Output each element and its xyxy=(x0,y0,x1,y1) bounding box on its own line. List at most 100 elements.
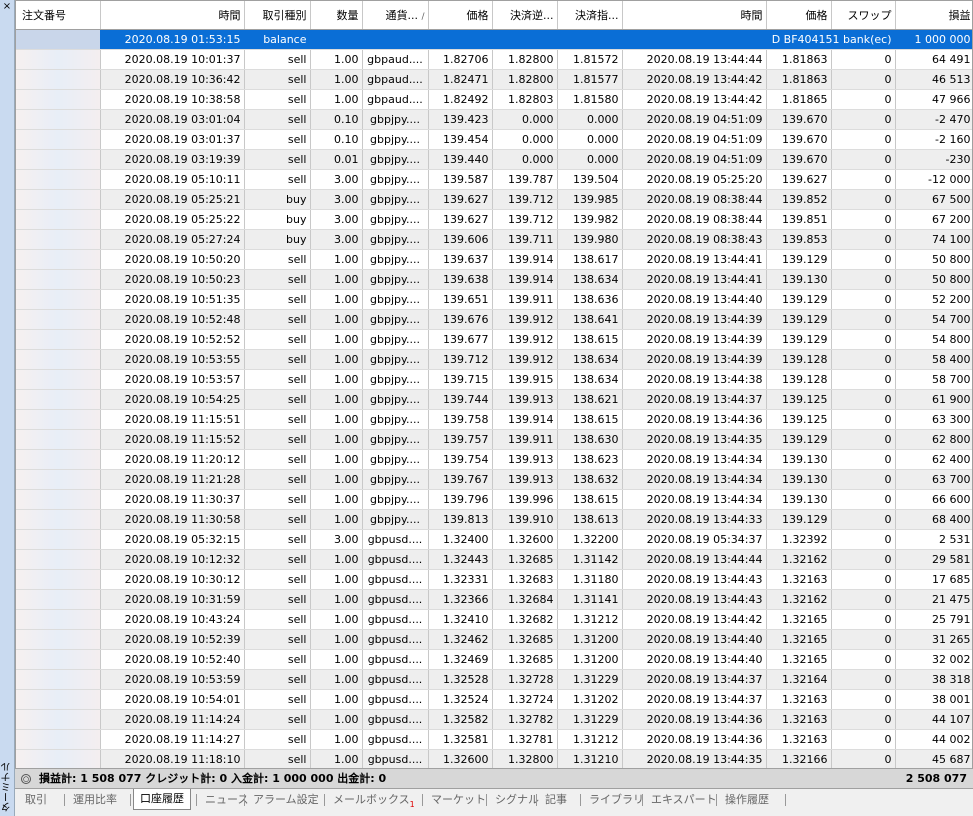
table-row[interactable]: 2020.08.19 05:25:22 buy 3.00 gbpjpy.... 139.… xyxy=(16,209,972,230)
swap-cell: 0 xyxy=(831,69,896,90)
tab-2[interactable]: 口座履歴 xyxy=(133,789,191,810)
table-row[interactable]: 2020.08.19 10:31:59 sell 1.00 gbpusd.... 1.3… xyxy=(16,589,972,610)
stop-loss-cell: 139.914 xyxy=(492,249,558,270)
tab-6[interactable]: マーケット xyxy=(425,791,492,809)
table-row[interactable]: 2020.08.19 05:32:15 sell 3.00 gbpusd.... 1.3… xyxy=(16,529,972,550)
table-row[interactable]: 2020.08.19 10:52:40 sell 1.00 gbpusd.... 1.3… xyxy=(16,649,972,670)
ticket-cell xyxy=(16,709,101,730)
table-row[interactable]: 2020.08.19 10:54:01 sell 1.00 gbpusd.... 1.3… xyxy=(16,689,972,710)
table-row[interactable]: 2020.08.19 10:53:57 sell 1.00 gbpjpy.... 139… xyxy=(16,369,972,390)
column-header-close-time[interactable]: 時間 xyxy=(622,1,767,30)
open-price-cell: 139.754 xyxy=(428,449,493,470)
table-row[interactable]: 2020.08.19 10:50:20 sell 1.00 gbpjpy.... 139… xyxy=(16,249,972,270)
table-row[interactable]: 2020.08.19 10:12:32 sell 1.00 gbpusd.... 1.3… xyxy=(16,549,972,570)
open-price-cell: 1.32331 xyxy=(428,569,493,590)
type-cell: sell xyxy=(244,709,311,730)
ticket-cell xyxy=(16,269,101,290)
column-header-ticket[interactable]: 注文番号 xyxy=(16,1,101,30)
table-row[interactable]: 2020.08.19 05:25:21 buy 3.00 gbpjpy.... 139.… xyxy=(16,189,972,210)
column-header-swap[interactable]: スワップ xyxy=(831,1,896,30)
tab-8[interactable]: 記事 xyxy=(539,791,573,809)
table-row[interactable]: 2020.08.19 10:51:35 sell 1.00 gbpjpy.... 139… xyxy=(16,289,972,310)
stop-loss-cell: 1.32685 xyxy=(492,649,558,670)
column-header-profit[interactable]: 損益 xyxy=(895,1,972,30)
table-row[interactable]: 2020.08.19 11:18:10 sell 1.00 gbpusd.... 1.3… xyxy=(16,749,972,768)
table-row[interactable]: 2020.08.19 05:10:11 sell 3.00 gbpjpy.... 139… xyxy=(16,169,972,190)
table-row[interactable]: 2020.08.19 10:01:37 sell 1.00 gbpaud.... 1.8… xyxy=(16,49,972,70)
close-time-cell: 2020.08.19 13:44:36 xyxy=(622,729,767,750)
close-price-cell: 1.32162 xyxy=(766,589,832,610)
swap-cell: 0 xyxy=(831,649,896,670)
take-profit-cell: 1.81572 xyxy=(557,49,623,70)
table-row[interactable]: 2020.08.19 11:30:58 sell 1.00 gbpjpy.... 139… xyxy=(16,509,972,530)
symbol-cell: gbpusd.... xyxy=(362,729,429,750)
table-row[interactable]: 2020.08.19 10:30:12 sell 1.00 gbpusd.... 1.3… xyxy=(16,569,972,590)
tab-10[interactable]: エキスパート xyxy=(645,791,723,809)
open-time-cell: 2020.08.19 10:01:37 xyxy=(100,49,245,70)
column-header-volume[interactable]: 数量 xyxy=(310,1,363,30)
profit-cell: 58 400 xyxy=(895,349,972,370)
volume-cell: 1.00 xyxy=(310,409,363,430)
close-icon[interactable]: × xyxy=(1,1,13,13)
tab-label: ライブラリ xyxy=(589,793,644,806)
close-time-cell: 2020.08.19 13:44:40 xyxy=(622,629,767,650)
table-row[interactable]: 2020.08.19 11:14:27 sell 1.00 gbpusd.... 1.3… xyxy=(16,729,972,750)
take-profit-cell: 138.615 xyxy=(557,489,623,510)
profit-cell: 44 107 xyxy=(895,709,972,730)
column-header-open-time[interactable]: 時間 xyxy=(100,1,245,30)
close-price-cell: 139.129 xyxy=(766,429,832,450)
tab-separator xyxy=(422,794,423,806)
tab-9[interactable]: ライブラリ xyxy=(583,791,650,809)
tab-5[interactable]: メールボックス1 xyxy=(327,791,421,809)
table-row[interactable]: 2020.08.19 05:27:24 buy 3.00 gbpjpy.... 139.… xyxy=(16,229,972,250)
stop-loss-cell: 1.32684 xyxy=(492,589,558,610)
close-price-cell: 139.125 xyxy=(766,389,832,410)
symbol-cell: gbpjpy.... xyxy=(362,389,429,410)
table-row[interactable]: 2020.08.19 10:52:39 sell 1.00 gbpusd.... 1.3… xyxy=(16,629,972,650)
close-time-cell: 2020.08.19 13:44:40 xyxy=(622,289,767,310)
table-row[interactable]: 2020.08.19 10:52:48 sell 1.00 gbpjpy.... 139… xyxy=(16,309,972,330)
tab-separator xyxy=(196,794,197,806)
table-row-balance[interactable]: 2020.08.19 01:53:15 balance D BF404151 b… xyxy=(16,29,972,50)
table-row[interactable]: 2020.08.19 10:36:42 sell 1.00 gbpaud.... 1.8… xyxy=(16,69,972,90)
table-row[interactable]: 2020.08.19 10:38:58 sell 1.00 gbpaud.... 1.8… xyxy=(16,89,972,110)
table-row[interactable]: 2020.08.19 11:15:51 sell 1.00 gbpjpy.... 139… xyxy=(16,409,972,430)
symbol-cell: gbpjpy.... xyxy=(362,469,429,490)
table-row[interactable]: 2020.08.19 11:30:37 sell 1.00 gbpjpy.... 139… xyxy=(16,489,972,510)
profit-cell: 50 800 xyxy=(895,249,972,270)
table-row[interactable]: 2020.08.19 03:01:04 sell 0.10 gbpjpy.... 139… xyxy=(16,109,972,130)
table-row[interactable]: 2020.08.19 10:52:52 sell 1.00 gbpjpy.... 139… xyxy=(16,329,972,350)
tab-4[interactable]: アラーム設定 xyxy=(247,791,325,809)
volume-cell: 1.00 xyxy=(310,389,363,410)
column-header-take-profit[interactable]: 決済指... xyxy=(557,1,623,30)
table-row[interactable]: 2020.08.19 10:53:59 sell 1.00 gbpusd.... 1.3… xyxy=(16,669,972,690)
table-row[interactable]: 2020.08.19 10:53:55 sell 1.00 gbpjpy.... 139… xyxy=(16,349,972,370)
tab-1[interactable]: 運用比率 xyxy=(67,791,123,809)
table-row[interactable]: 2020.08.19 10:43:24 sell 1.00 gbpusd.... 1.3… xyxy=(16,609,972,630)
type-cell: sell xyxy=(244,449,311,470)
table-row[interactable]: 2020.08.19 11:21:28 sell 1.00 gbpjpy.... 139… xyxy=(16,469,972,490)
table-row[interactable]: 2020.08.19 11:14:24 sell 1.00 gbpusd.... 1.3… xyxy=(16,709,972,730)
swap-cell: 0 xyxy=(831,429,896,450)
column-header-close-price[interactable]: 価格 xyxy=(766,1,832,30)
tab-11[interactable]: 操作履歴 xyxy=(719,791,775,809)
open-price-cell: 139.676 xyxy=(428,309,493,330)
ticket-cell xyxy=(16,529,101,550)
column-header-symbol[interactable]: 通貨... / xyxy=(362,1,429,30)
column-header-type[interactable]: 取引種別 xyxy=(244,1,311,30)
open-time-cell: 2020.08.19 11:20:12 xyxy=(100,449,245,470)
tab-0[interactable]: 取引 xyxy=(19,791,53,809)
table-row[interactable]: 2020.08.19 03:19:39 sell 0.01 gbpjpy.... 139… xyxy=(16,149,972,170)
open-time-cell: 2020.08.19 10:52:52 xyxy=(100,329,245,350)
close-time-cell: 2020.08.19 04:51:09 xyxy=(622,149,767,170)
table-row[interactable]: 2020.08.19 10:54:25 sell 1.00 gbpjpy.... 139… xyxy=(16,389,972,410)
table-row[interactable]: 2020.08.19 11:20:12 sell 1.00 gbpjpy.... 139… xyxy=(16,449,972,470)
table-row[interactable]: 2020.08.19 11:15:52 sell 1.00 gbpjpy.... 139… xyxy=(16,429,972,450)
table-row[interactable]: 2020.08.19 10:50:23 sell 1.00 gbpjpy.... 139… xyxy=(16,269,972,290)
column-header-open-price[interactable]: 価格 xyxy=(428,1,493,30)
column-header-stop-loss[interactable]: 決済逆... xyxy=(492,1,558,30)
stop-loss-cell: 139.787 xyxy=(492,169,558,190)
close-price-cell: 139.129 xyxy=(766,289,832,310)
table-row[interactable]: 2020.08.19 03:01:37 sell 0.10 gbpjpy.... 139… xyxy=(16,129,972,150)
open-price-cell: 139.606 xyxy=(428,229,493,250)
